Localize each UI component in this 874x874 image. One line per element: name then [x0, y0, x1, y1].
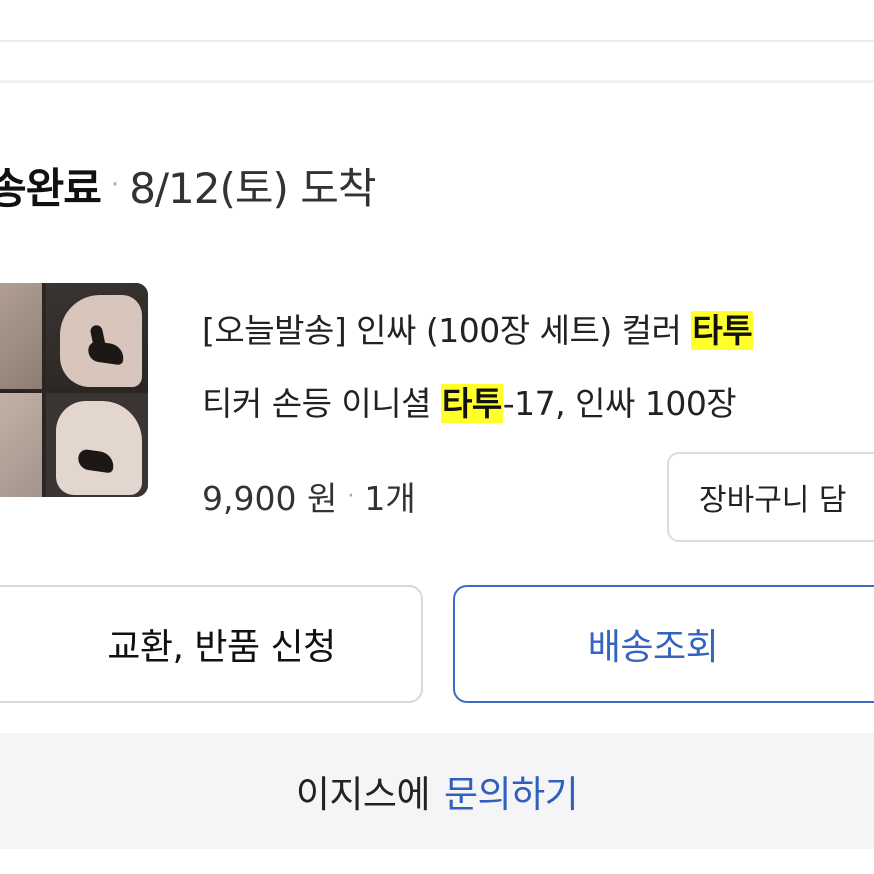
- add-to-cart-label: 장바구니 담: [699, 483, 847, 518]
- product-title-line-1: [오늘발송] 인싸 (100장 세트) 컬러 타투: [202, 294, 874, 367]
- product-title-text: -17, 인싸 100장: [502, 384, 737, 423]
- thumbnail-photo-3: [0, 393, 42, 497]
- product-title[interactable]: [오늘발송] 인싸 (100장 세트) 컬러 타투 티커 손등 이니셜 타투-1…: [202, 294, 874, 440]
- search-highlight: 타투: [691, 311, 754, 350]
- inquiry-link[interactable]: 문의하기: [444, 764, 579, 818]
- product-title-text: 티커 손등 이니셜: [202, 384, 441, 423]
- top-section-edge: [0, 0, 874, 42]
- price-quantity: 9,900 원 · 1개: [202, 472, 416, 520]
- separator-dot: ·: [110, 170, 120, 200]
- thumbnail-photo-4: [46, 393, 148, 497]
- search-highlight: 타투: [441, 384, 503, 423]
- delivery-status: 송완료 · 8/12(토) 도착: [0, 155, 377, 215]
- delivery-tracking-label: 배송조회: [587, 627, 719, 668]
- exchange-return-button[interactable]: 교환, 반품 신청: [0, 585, 423, 703]
- add-to-cart-button[interactable]: 장바구니 담: [667, 452, 874, 542]
- delivery-tracking-button[interactable]: 배송조회: [453, 585, 874, 703]
- section-divider: [0, 42, 874, 83]
- arrival-date: 8/12(토) 도착: [129, 163, 376, 213]
- seller-inquiry-bar: 이지스에 문의하기: [0, 733, 874, 849]
- product-thumbnail[interactable]: [0, 283, 148, 497]
- separator-dot: ·: [347, 483, 355, 509]
- seller-name: 이지스에: [295, 773, 431, 816]
- product-price: 9,900 원: [202, 479, 338, 518]
- delivery-status-label: 송완료: [0, 163, 102, 213]
- thumbnail-photo-1: [0, 283, 42, 389]
- product-title-line-2: 티커 손등 이니셜 타투-17, 인싸 100장: [202, 367, 874, 440]
- exchange-return-label: 교환, 반품 신청: [107, 627, 336, 668]
- thumbnail-photo-2: [46, 283, 148, 389]
- product-title-text: [오늘발송] 인싸 (100장 세트) 컬러: [202, 311, 692, 350]
- product-quantity: 1개: [364, 479, 416, 518]
